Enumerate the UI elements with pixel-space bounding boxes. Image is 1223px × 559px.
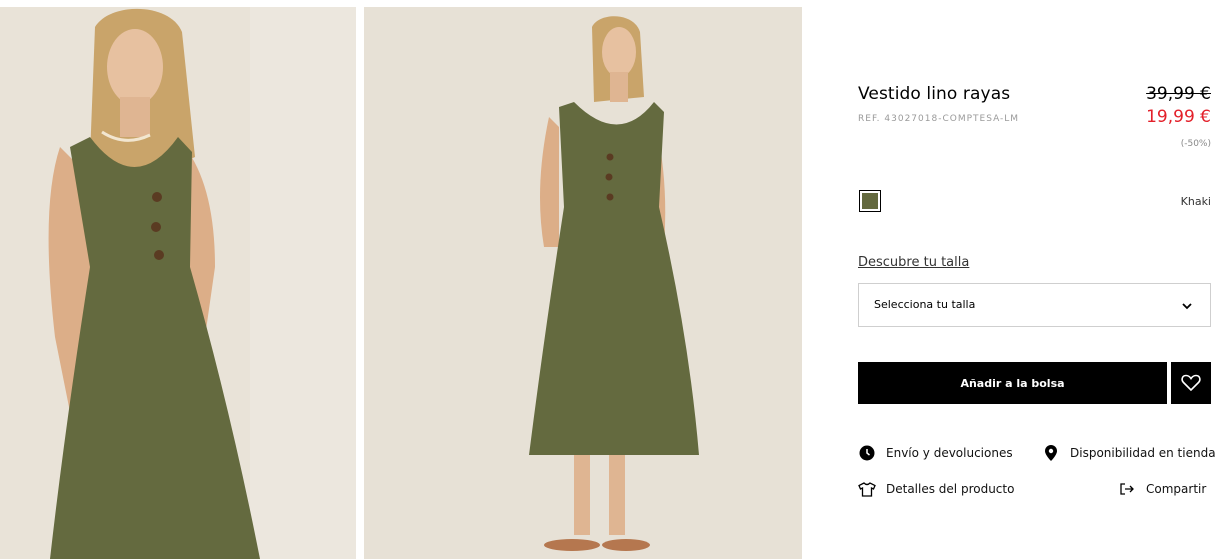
product-reference: REF. 43027018-COMPTESA-LM bbox=[858, 114, 1020, 124]
sale-price: 19,99 € bbox=[1146, 107, 1211, 127]
product-title: Vestido lino rayas bbox=[858, 84, 1011, 104]
color-swatch-khaki[interactable] bbox=[859, 190, 881, 212]
clock-icon bbox=[858, 444, 876, 462]
product-image-2[interactable] bbox=[364, 7, 802, 559]
heart-icon bbox=[1181, 374, 1201, 392]
product-photo-model-full bbox=[364, 7, 802, 559]
shipping-returns-label: Envío y devoluciones bbox=[886, 446, 1013, 460]
chevron-down-icon bbox=[1182, 303, 1192, 310]
product-details-link[interactable]: Detalles del producto bbox=[858, 480, 1014, 498]
add-to-bag-button[interactable]: Añadir a la bolsa bbox=[858, 362, 1167, 404]
size-select[interactable]: Selecciona tu talla bbox=[858, 283, 1211, 327]
product-details-label: Detalles del producto bbox=[886, 482, 1015, 496]
product-info-panel: Vestido lino rayas REF. 43027018-COMPTES… bbox=[858, 0, 1223, 559]
discount-badge: (-50%) bbox=[1180, 139, 1211, 149]
share-arrow-icon bbox=[1118, 480, 1136, 498]
location-pin-icon bbox=[1042, 444, 1060, 462]
shipping-returns-link[interactable]: Envío y devoluciones bbox=[858, 444, 1013, 462]
size-select-label: Selecciona tu talla bbox=[874, 298, 976, 311]
share-label: Compartir bbox=[1146, 482, 1207, 496]
store-availability-label: Disponibilidad en tienda bbox=[1070, 446, 1216, 460]
product-image-1[interactable] bbox=[0, 7, 356, 559]
original-price: 39,99 € bbox=[1146, 84, 1211, 104]
product-photo-model-closeup bbox=[0, 7, 356, 559]
favorite-button[interactable] bbox=[1171, 362, 1211, 404]
share-link[interactable]: Compartir bbox=[1118, 480, 1206, 498]
selected-color-name: Khaki bbox=[1180, 195, 1211, 208]
size-guide-link[interactable]: Descubre tu talla bbox=[858, 255, 969, 270]
shirt-icon bbox=[858, 480, 876, 498]
color-swatch-fill bbox=[862, 193, 878, 209]
store-availability-link[interactable]: Disponibilidad en tienda bbox=[1042, 444, 1216, 462]
